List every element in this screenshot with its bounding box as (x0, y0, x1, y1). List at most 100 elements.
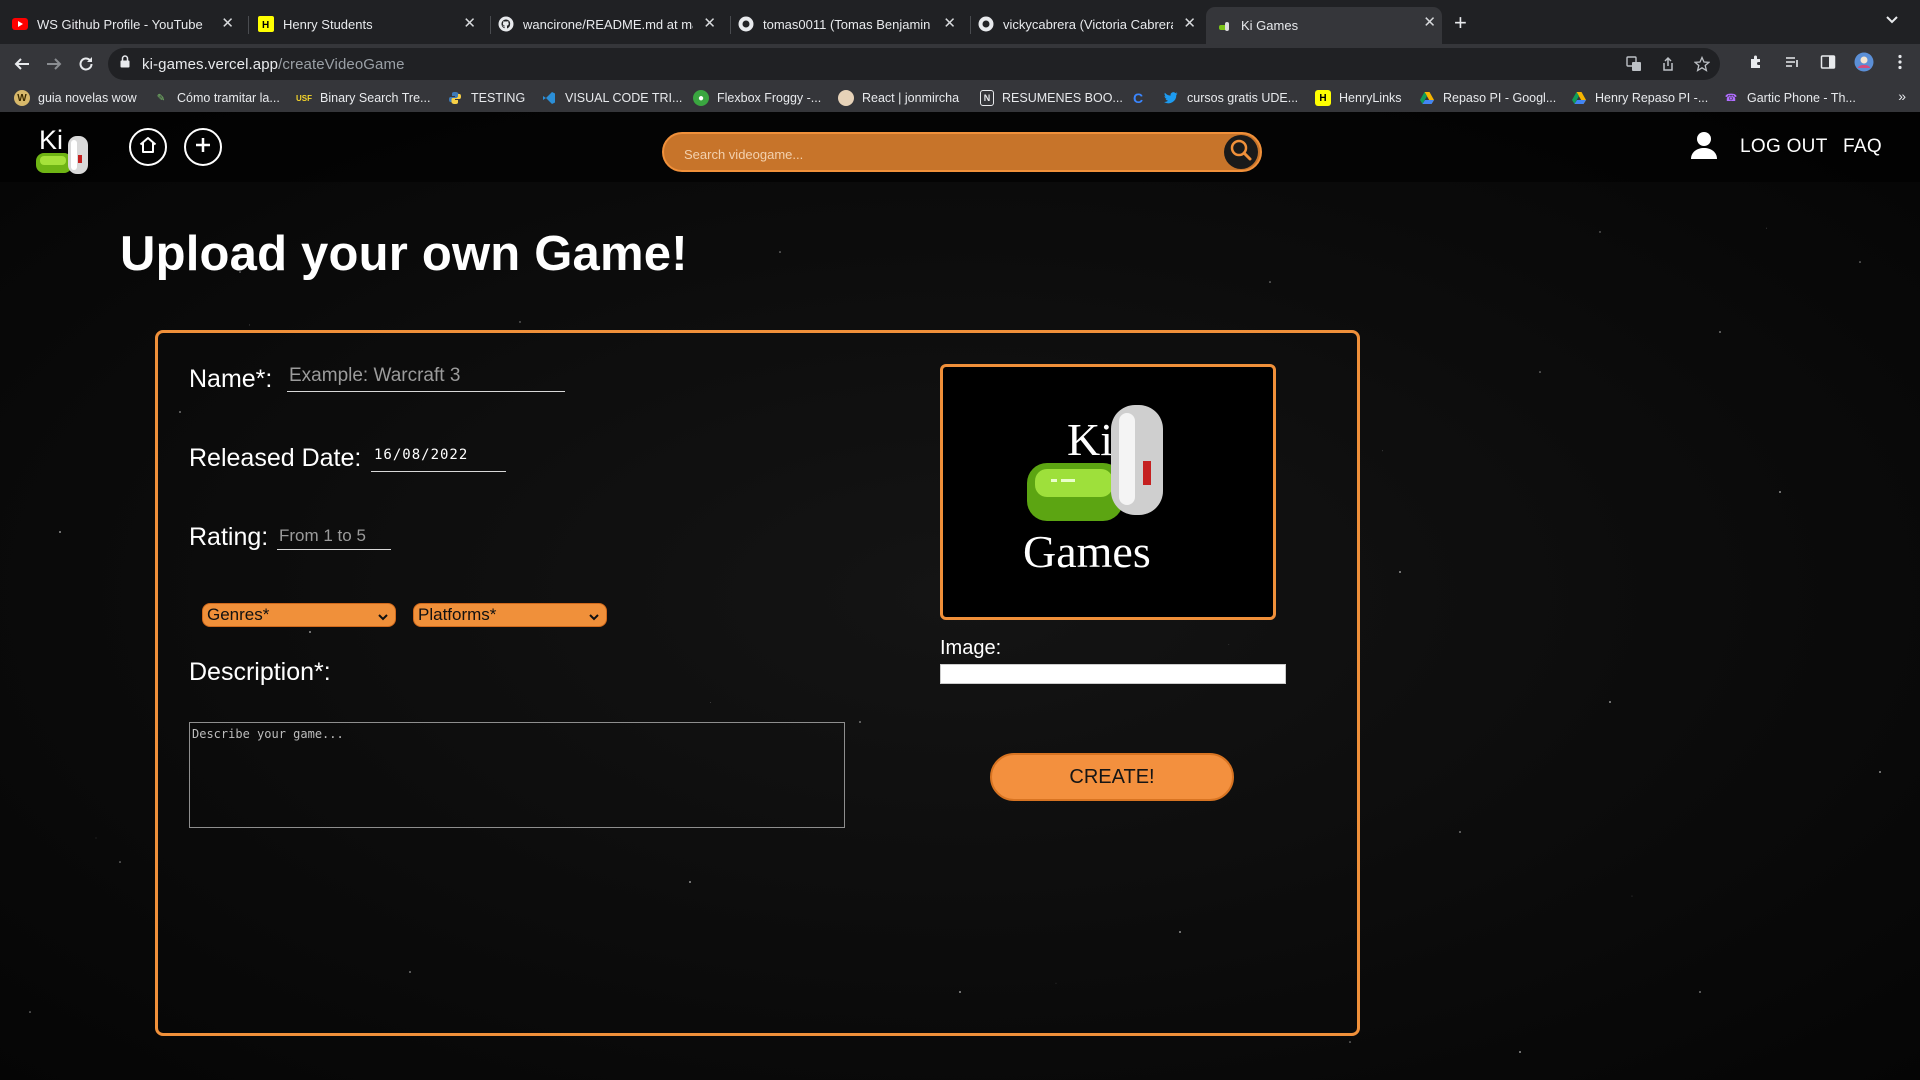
google-drive-icon (1571, 90, 1587, 106)
google-drive-icon (1419, 90, 1435, 106)
released-date-label: Released Date: (189, 444, 362, 472)
browser-toolbar: ki-games.vercel.app/createVideoGame (0, 44, 1920, 84)
tab-separator (248, 16, 249, 34)
released-date-input[interactable]: 16/08/2022 (371, 447, 506, 472)
github-icon (738, 16, 754, 32)
bookmark-item[interactable]: N RESUMENES BOO... (980, 89, 1123, 107)
tab-close-icon[interactable]: ✕ (703, 16, 716, 32)
reload-icon[interactable] (74, 52, 98, 76)
forward-arrow-icon[interactable] (42, 52, 66, 76)
back-arrow-icon[interactable] (10, 52, 34, 76)
bookmark-item[interactable]: Wguia novelas wow (14, 89, 137, 107)
reading-list-icon[interactable] (1782, 52, 1802, 72)
tab-search-chevron-icon[interactable] (1885, 12, 1899, 31)
bookmark-item[interactable]: ☎ Gartic Phone - Th... (1723, 89, 1856, 107)
bookmark-label: Henry Repaso PI -... (1595, 91, 1709, 105)
genres-select[interactable]: Genres* (202, 603, 396, 627)
search-icon (1229, 138, 1253, 167)
github-icon (978, 16, 994, 32)
star-bookmark-icon[interactable] (1692, 54, 1712, 74)
search-button[interactable] (1224, 135, 1258, 169)
description-textarea[interactable] (189, 722, 845, 828)
search-input[interactable] (682, 143, 1186, 165)
bookmark-item[interactable]: ● Flexbox Froggy -... (693, 89, 821, 107)
tab-title: WS Github Profile - YouTube (37, 16, 203, 32)
rating-label: Rating: (189, 523, 269, 551)
bookmark-label: Flexbox Froggy -... (717, 91, 822, 105)
bookmark-item[interactable]: Repaso PI - Googl... (1419, 89, 1556, 107)
browser-tab[interactable]: tomas0011 (Tomas Benjamin V ✕ (738, 8, 962, 40)
ki-games-logo[interactable]: Ki (34, 122, 96, 180)
twitter-icon (1163, 90, 1179, 106)
rating-input[interactable] (277, 523, 391, 550)
chevron-down-icon (588, 608, 600, 628)
platforms-select[interactable]: Platforms* (413, 603, 607, 627)
bookmarks-bar: Wguia novelas wow ✎ Cómo tramitar la... U… (0, 84, 1920, 113)
image-preview: Ki Games (940, 364, 1276, 620)
tab-separator (970, 16, 971, 34)
tab-close-icon[interactable]: ✕ (943, 16, 956, 32)
logo-text: Ki (39, 125, 63, 155)
bookmark-item[interactable]: TESTING (447, 89, 525, 107)
browser-tab[interactable]: vickycabrera (Victoria Cabrera ✕ (978, 8, 1202, 40)
bookmark-item[interactable]: H HenryLinks (1315, 89, 1402, 107)
chevron-down-icon (377, 608, 389, 628)
address-bar[interactable]: ki-games.vercel.app/createVideoGame (108, 48, 1720, 80)
name-input[interactable] (287, 361, 565, 392)
bookmark-item[interactable]: USF Binary Search Tre... (296, 89, 430, 107)
henry-icon: H (258, 16, 274, 32)
bookmark-label: Cómo tramitar la... (177, 91, 280, 105)
browser-tab-active[interactable]: Ki Games ✕ (1206, 7, 1442, 44)
browser-tab[interactable]: wancirone/README.md at main ✕ (498, 8, 722, 40)
bookmark-label: VISUAL CODE TRI... (565, 91, 683, 105)
home-button[interactable] (129, 128, 167, 166)
browser-tab[interactable]: WS Github Profile - YouTube ✕ (12, 8, 240, 40)
tab-title: Henry Students (283, 16, 373, 32)
bookmark-label: Binary Search Tre... (320, 91, 431, 105)
released-date-value: 16/08/2022 (374, 447, 469, 463)
bookmark-label: Gartic Phone - Th... (1747, 91, 1856, 105)
tab-title: wancirone/README.md at main (523, 16, 693, 32)
lock-icon[interactable] (120, 55, 130, 73)
ki-games-icon (1216, 18, 1232, 34)
create-button[interactable]: CREATE! (990, 753, 1234, 801)
extensions-puzzle-icon[interactable] (1746, 52, 1766, 72)
search-bar (662, 132, 1262, 172)
side-panel-icon[interactable] (1818, 52, 1838, 72)
bookmark-item[interactable]: cursos gratis UDE... (1163, 89, 1298, 107)
user-profile-icon[interactable] (1690, 130, 1718, 160)
youtube-icon (12, 16, 28, 32)
faq-link[interactable]: FAQ (1843, 136, 1882, 158)
bookmark-item[interactable]: React | jonmircha (838, 89, 959, 107)
url-domain: ki-games.vercel.app (142, 55, 279, 73)
translate-icon[interactable] (1624, 54, 1644, 74)
jonmircha-avatar-icon (838, 90, 854, 106)
genres-select-value: Genres* (207, 605, 270, 624)
bookmark-item[interactable]: ✎ Cómo tramitar la... (153, 89, 280, 107)
bookmark-item[interactable]: C (1130, 89, 1154, 107)
new-tab-icon[interactable]: + (1454, 12, 1467, 34)
browser-menu-icon[interactable] (1890, 52, 1910, 72)
add-game-button[interactable] (184, 128, 222, 166)
frog-icon: ● (693, 90, 709, 106)
tab-close-icon[interactable]: ✕ (463, 16, 476, 32)
share-icon[interactable] (1658, 54, 1678, 74)
phone-icon: ☎ (1724, 92, 1738, 104)
tab-close-icon[interactable]: ✕ (1183, 16, 1196, 32)
bookmark-label: React | jonmircha (862, 91, 960, 105)
github-icon (498, 16, 514, 32)
usf-icon: USF (296, 93, 312, 103)
page-background: Ki Search videogame... LOG OUT FAQ Uploa… (0, 112, 1920, 1080)
tab-close-icon[interactable]: ✕ (221, 16, 234, 32)
browser-tab[interactable]: H Henry Students ✕ (258, 8, 482, 40)
notion-icon: N (980, 90, 994, 106)
profile-avatar-icon[interactable] (1854, 52, 1874, 72)
c-logo-icon: C (1132, 90, 1144, 106)
tab-close-icon[interactable]: ✕ (1423, 15, 1436, 31)
image-url-input[interactable] (940, 664, 1286, 684)
logout-link[interactable]: LOG OUT (1740, 136, 1828, 158)
bookmark-item[interactable]: VISUAL CODE TRI... (541, 89, 682, 107)
bookmark-item[interactable]: Henry Repaso PI -... (1571, 89, 1708, 107)
more-bookmarks-icon[interactable]: » (1898, 88, 1906, 104)
vscode-icon (541, 90, 557, 106)
